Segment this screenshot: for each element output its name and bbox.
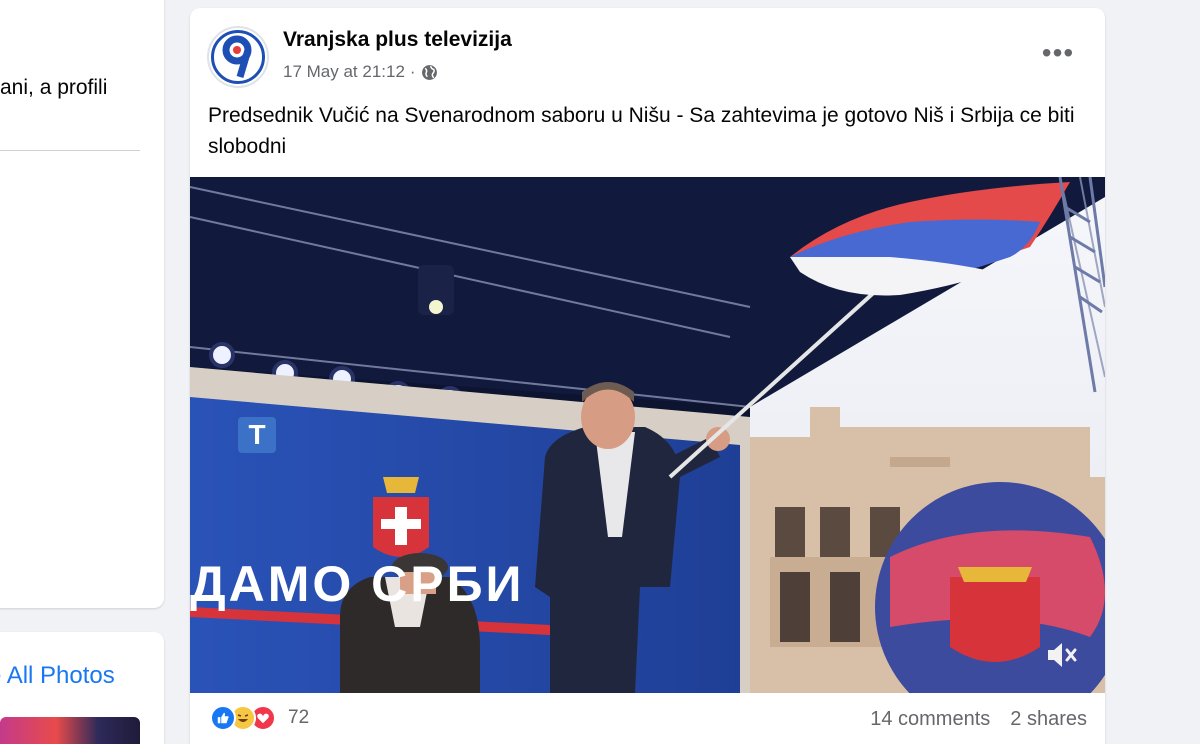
- like-icon: [210, 705, 236, 731]
- globe-icon[interactable]: [421, 64, 438, 81]
- post-options-button[interactable]: •••: [1036, 38, 1080, 68]
- intro-text-snippet: ani, a profili: [0, 76, 108, 99]
- page-name-link[interactable]: Vranjska plus televizija: [283, 28, 512, 52]
- photo-thumbnail[interactable]: [0, 717, 140, 744]
- nine-logo-icon: [211, 30, 265, 84]
- mute-toggle-button[interactable]: [1042, 635, 1082, 675]
- video-frame: [190, 177, 1105, 693]
- comments-count-link[interactable]: 14 comments: [870, 708, 990, 731]
- post-card: Vranjska plus televizija 17 May at 21:12…: [190, 8, 1105, 744]
- video-player[interactable]: T ДАМО СРБИ: [190, 177, 1105, 693]
- left-info-card: ani, a profili: [0, 0, 164, 608]
- speaker-muted-icon: [1048, 643, 1077, 667]
- photos-card: e All Photos: [0, 632, 164, 744]
- reaction-count[interactable]: 72: [288, 707, 309, 729]
- meta-separator: ·: [409, 62, 416, 81]
- engagement-counts: 14 comments 2 shares: [870, 708, 1087, 731]
- shares-count-link[interactable]: 2 shares: [1010, 708, 1087, 731]
- post-meta: 17 May at 21:12 ·: [283, 62, 438, 82]
- see-all-photos-link[interactable]: e All Photos: [0, 662, 115, 690]
- post-text: Predsednik Vučić na Svenarodnom saboru u…: [208, 104, 1075, 158]
- post-timestamp[interactable]: 17 May at 21:12: [283, 62, 405, 82]
- more-dots-icon: •••: [1041, 37, 1075, 68]
- banner-text: ДАМО СРБИ: [190, 556, 525, 612]
- divider: [0, 150, 140, 151]
- channel-logo: T: [238, 417, 276, 453]
- page-avatar[interactable]: [207, 26, 269, 88]
- reactions-summary[interactable]: 72: [210, 705, 309, 731]
